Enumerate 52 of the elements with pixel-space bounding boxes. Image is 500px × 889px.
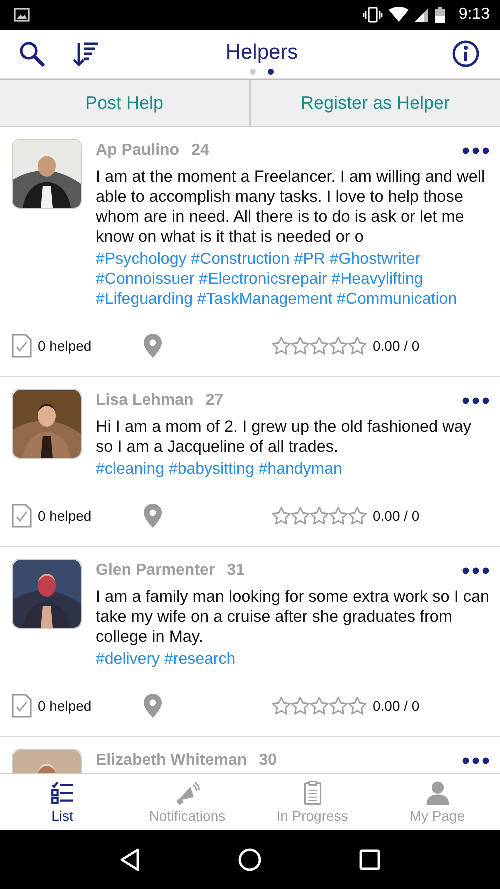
battery-icon: [434, 7, 445, 23]
helped-count: 0 helped: [38, 508, 92, 524]
skill-tags[interactable]: #delivery #research: [96, 650, 490, 670]
location-pin-icon[interactable]: [144, 504, 162, 528]
home-button[interactable]: [238, 848, 262, 872]
search-button[interactable]: [18, 40, 46, 68]
sort-button[interactable]: [72, 40, 100, 68]
checkbox-icon: [12, 694, 32, 718]
person-icon[interactable]: [424, 780, 450, 806]
action-button[interactable]: Post Help: [0, 80, 251, 126]
skill-tags[interactable]: #cleaning #babysitting #handyman: [96, 460, 490, 480]
helper-age: 30: [259, 752, 277, 770]
megaphone-icon[interactable]: [174, 780, 200, 806]
clock-time: 9:13: [458, 6, 490, 24]
action-button[interactable]: Register as Helper: [251, 80, 500, 126]
helper-name: Glen Parmenter: [96, 562, 216, 580]
checkbox-icon: [12, 504, 32, 528]
helper-bio: I am a family man looking for some extra work so I can take my wife on a cruise after she graduates from college in May.: [96, 587, 490, 647]
nav-tab[interactable]: My Page: [375, 774, 500, 830]
location-pin-icon[interactable]: [144, 334, 162, 358]
vibrate-icon: [362, 7, 383, 23]
helper-age: 24: [192, 142, 210, 160]
nav-tab[interactable]: Notifications: [125, 774, 250, 830]
helper-age: 27: [206, 392, 224, 410]
helper-age: 31: [227, 562, 245, 580]
screen-title: Helpers: [226, 40, 298, 66]
location-pin-icon[interactable]: [144, 694, 162, 718]
helped-count: 0 helped: [38, 338, 92, 354]
more-button[interactable]: [462, 757, 490, 765]
helper-name: Ap Paulino: [96, 142, 180, 160]
rating-score: 0.00 / 0: [373, 508, 420, 524]
helper-name: Lisa Lehman: [96, 392, 194, 410]
helper-name: Elizabeth Whiteman: [96, 752, 248, 770]
image-icon: [14, 8, 30, 22]
helper-bio: Hi I am a mom of 2. I grew up the old fashioned way so I am a Jacqueline of all trades.: [96, 417, 473, 457]
checklist-icon[interactable]: [50, 780, 76, 806]
helped-count: 0 helped: [38, 698, 92, 714]
nav-tab[interactable]: In Progress: [250, 774, 375, 830]
more-button[interactable]: [462, 147, 490, 155]
helper-bio: I am at the moment a Freelancer. I am willing and well able to accomplish many tasks. I love to help those whom are in need. All there is to do is ask or let me know on what is it that is needed or o: [96, 167, 486, 247]
signal-icon: [414, 7, 429, 23]
wifi-icon: [388, 7, 409, 23]
checkbox-icon: [12, 334, 32, 358]
more-button[interactable]: [462, 567, 490, 575]
back-button[interactable]: [118, 848, 141, 872]
rating-score: 0.00 / 0: [373, 698, 420, 714]
skill-tags[interactable]: #Psychology #Construction #PR #Ghostwriter #Connoissuer #Electronicsrepair #Heavylifting #Lifeguarding #TaskManagement #Communication: [96, 250, 490, 310]
rating-score: 0.00 / 0: [373, 338, 420, 354]
more-button[interactable]: [462, 397, 490, 405]
recents-button[interactable]: [359, 848, 382, 870]
info-button[interactable]: [452, 40, 480, 68]
nav-tab[interactable]: List: [0, 774, 125, 830]
